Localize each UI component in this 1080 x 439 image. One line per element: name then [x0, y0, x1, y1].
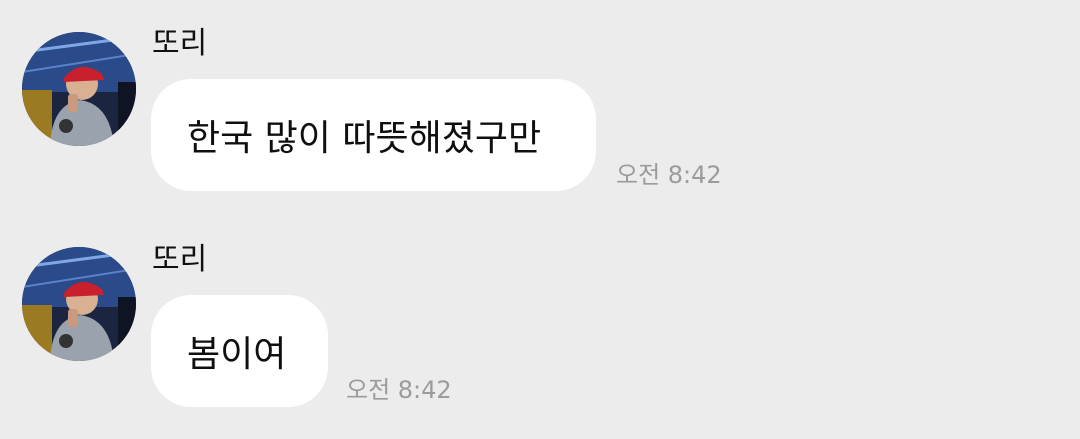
- message-bubble[interactable]: 한국 많이 따뜻해졌구만: [151, 79, 596, 191]
- message-timestamp: 오전 8:42: [346, 376, 452, 404]
- profile-photo-icon: [22, 32, 136, 146]
- message-bubble[interactable]: 봄이여: [151, 295, 328, 407]
- sender-name: 또리: [152, 242, 208, 277]
- message-text: 봄이여: [187, 334, 287, 375]
- avatar[interactable]: [22, 247, 136, 361]
- avatar[interactable]: [22, 32, 136, 146]
- message-text: 한국 많이 따뜻해졌구만: [187, 118, 542, 159]
- message-timestamp: 오전 8:42: [616, 161, 722, 189]
- sender-name: 또리: [152, 26, 208, 61]
- profile-photo-icon: [22, 247, 136, 361]
